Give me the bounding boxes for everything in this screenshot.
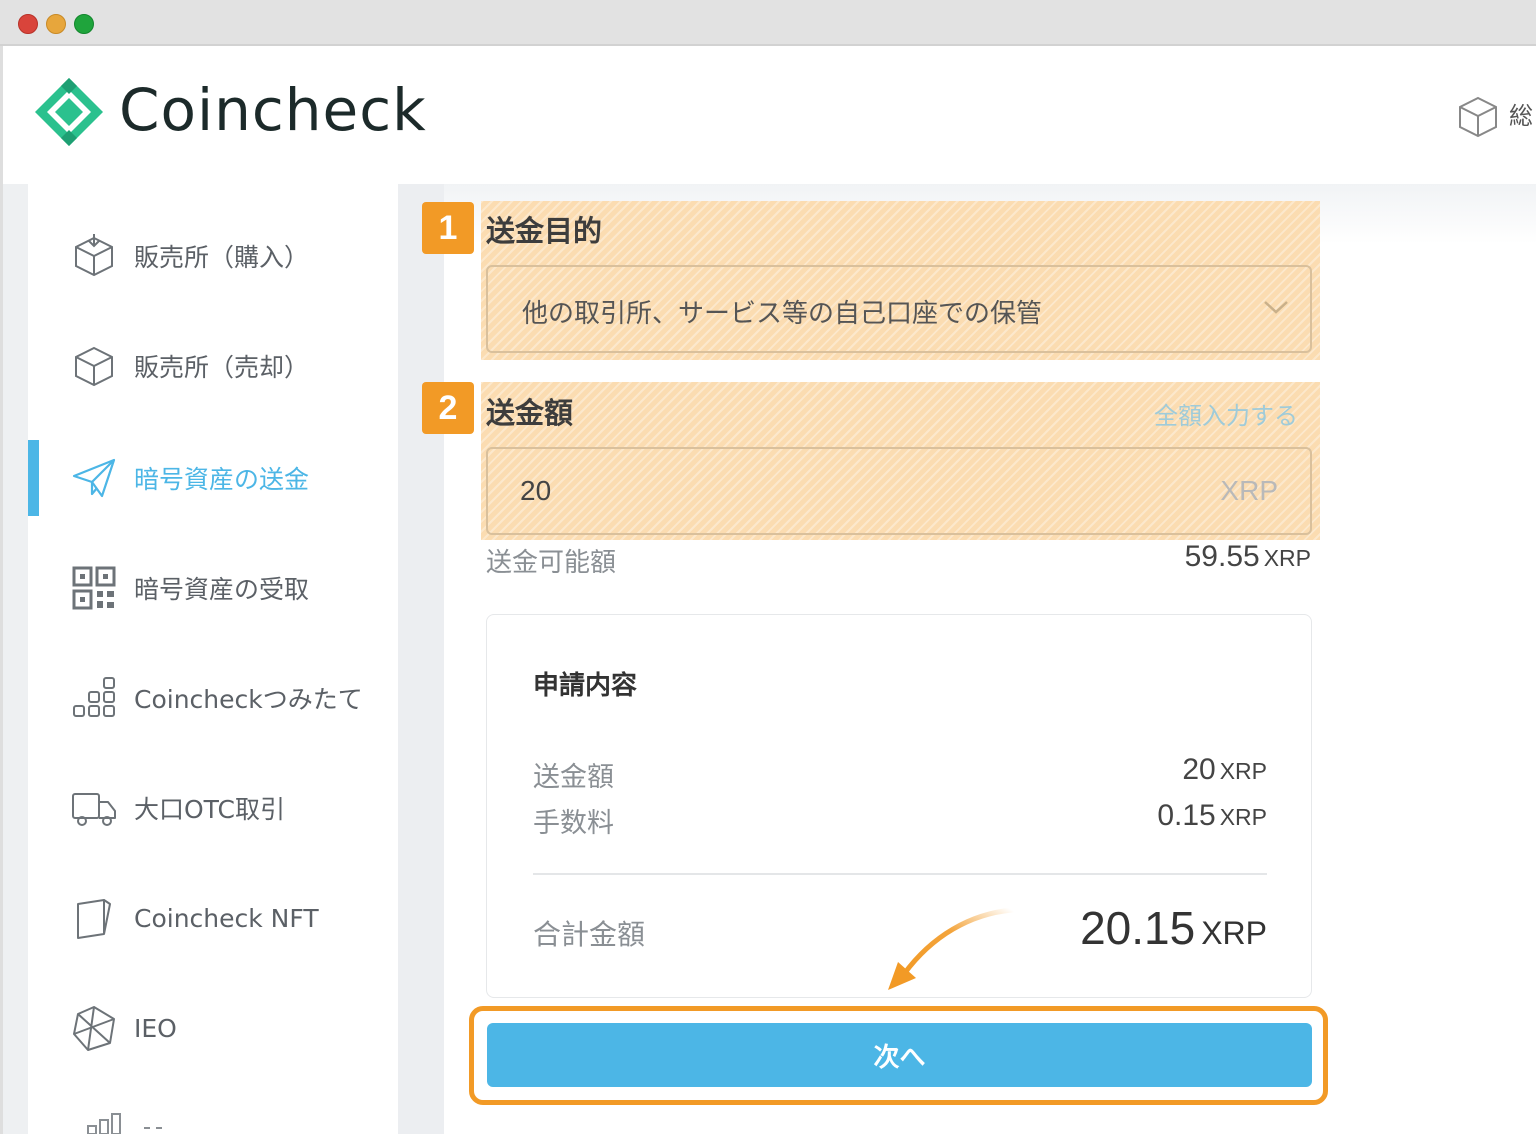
available-amount: 59.55 XRP <box>1185 540 1311 574</box>
paper-plane-icon <box>72 458 116 498</box>
sidebar-item-tsumitate[interactable]: Coincheckつみたて <box>28 660 398 736</box>
sidebar-item-send[interactable]: 暗号資産の送金 <box>28 440 398 516</box>
app-header: Coincheck 総 <box>3 46 1536 184</box>
sidebar-item-otc[interactable]: 大口OTC取引 <box>28 770 398 846</box>
sidebar: 販売所（購入） 販売所（売却） 暗号資産の送金 暗号資産の受取 Coinchec… <box>28 184 398 1134</box>
brand-name[interactable]: Coincheck <box>119 76 427 144</box>
sidebar-item-receive[interactable]: 暗号資産の受取 <box>28 550 398 626</box>
polyhedron-icon <box>73 1006 115 1051</box>
send-purpose-select[interactable]: 他の取引所、サービス等の自己口座での保管 <box>486 265 1312 353</box>
sidebar-gutter <box>398 184 444 1134</box>
qr-code-icon <box>72 566 116 610</box>
fill-all-link[interactable]: 全額入力する <box>1154 396 1298 431</box>
close-window-button[interactable] <box>18 14 38 34</box>
summary-fee-label: 手数料 <box>533 808 614 839</box>
send-purpose-selected: 他の取引所、サービス等の自己口座での保管 <box>522 299 1043 329</box>
summary-fee-value: 0.15 XRP <box>1157 799 1267 833</box>
sidebar-edge <box>3 184 28 1134</box>
available-label: 送金可能額 <box>486 548 617 578</box>
summary-amount-unit: XRP <box>1219 758 1267 784</box>
summary-title: 申請内容 <box>533 671 638 701</box>
sidebar-item-label: 販売所（売却） <box>134 353 310 382</box>
coincheck-logo-icon[interactable] <box>33 76 105 148</box>
summary-total-unit: XRP <box>1201 915 1267 951</box>
summary-fee-number: 0.15 <box>1157 799 1216 832</box>
more-menu-icon <box>87 1113 162 1134</box>
send-amount-input[interactable]: 20 XRP <box>486 447 1312 535</box>
summary-divider <box>533 873 1267 875</box>
send-amount-value: 20 <box>520 475 552 506</box>
minimize-window-button[interactable] <box>46 14 66 34</box>
send-amount-unit: XRP <box>1220 475 1278 506</box>
summary-total-label: 合計金額 <box>533 918 646 951</box>
send-amount-title: 送金額 <box>486 396 574 430</box>
available-value: 59.55 <box>1184 540 1260 573</box>
header-menu-label[interactable]: 総 <box>1509 96 1533 131</box>
sidebar-item-nft[interactable]: Coincheck NFT <box>28 880 398 956</box>
summary-total-number: 20.15 <box>1080 902 1196 954</box>
summary-amount-value: 20 XRP <box>1182 753 1267 787</box>
sidebar-item-sell[interactable]: 販売所（売却） <box>28 328 398 404</box>
sidebar-item-label: Coincheck NFT <box>134 903 319 933</box>
sidebar-item-label: 販売所（購入） <box>134 243 310 272</box>
step-badge-1: 1 <box>422 202 474 254</box>
summary-amount-number: 20 <box>1182 753 1216 786</box>
maximize-window-button[interactable] <box>74 14 94 34</box>
summary-total-value: 20.15 XRP <box>1080 901 1267 955</box>
box-icon[interactable] <box>1455 94 1501 140</box>
box-icon <box>75 346 113 387</box>
available-unit: XRP <box>1263 545 1311 571</box>
window-titlebar <box>0 0 1536 46</box>
truck-icon <box>72 793 116 826</box>
step-badge-2: 2 <box>422 382 474 434</box>
sidebar-item-label: 暗号資産の送金 <box>134 465 310 494</box>
sidebar-item-label: 大口OTC取引 <box>134 795 285 824</box>
box-icon <box>75 234 113 277</box>
stacked-squares-icon <box>73 677 115 717</box>
annotation-arrow-icon <box>888 907 1015 990</box>
sidebar-item-label: IEO <box>134 1013 177 1043</box>
sidebar-item-ieo[interactable]: IEO <box>28 990 398 1066</box>
chevron-down-icon <box>1264 301 1288 314</box>
next-button[interactable]: 次へ <box>487 1023 1312 1087</box>
sidebar-item-buy[interactable]: 販売所（購入） <box>28 218 398 294</box>
card-icon <box>77 899 111 939</box>
sidebar-item-label: Coincheckつみたて <box>134 685 363 714</box>
send-purpose-title: 送金目的 <box>486 214 603 248</box>
sidebar-item-label: 暗号資産の受取 <box>134 575 310 604</box>
summary-fee-unit: XRP <box>1219 804 1267 830</box>
summary-amount-label: 送金額 <box>533 762 614 793</box>
